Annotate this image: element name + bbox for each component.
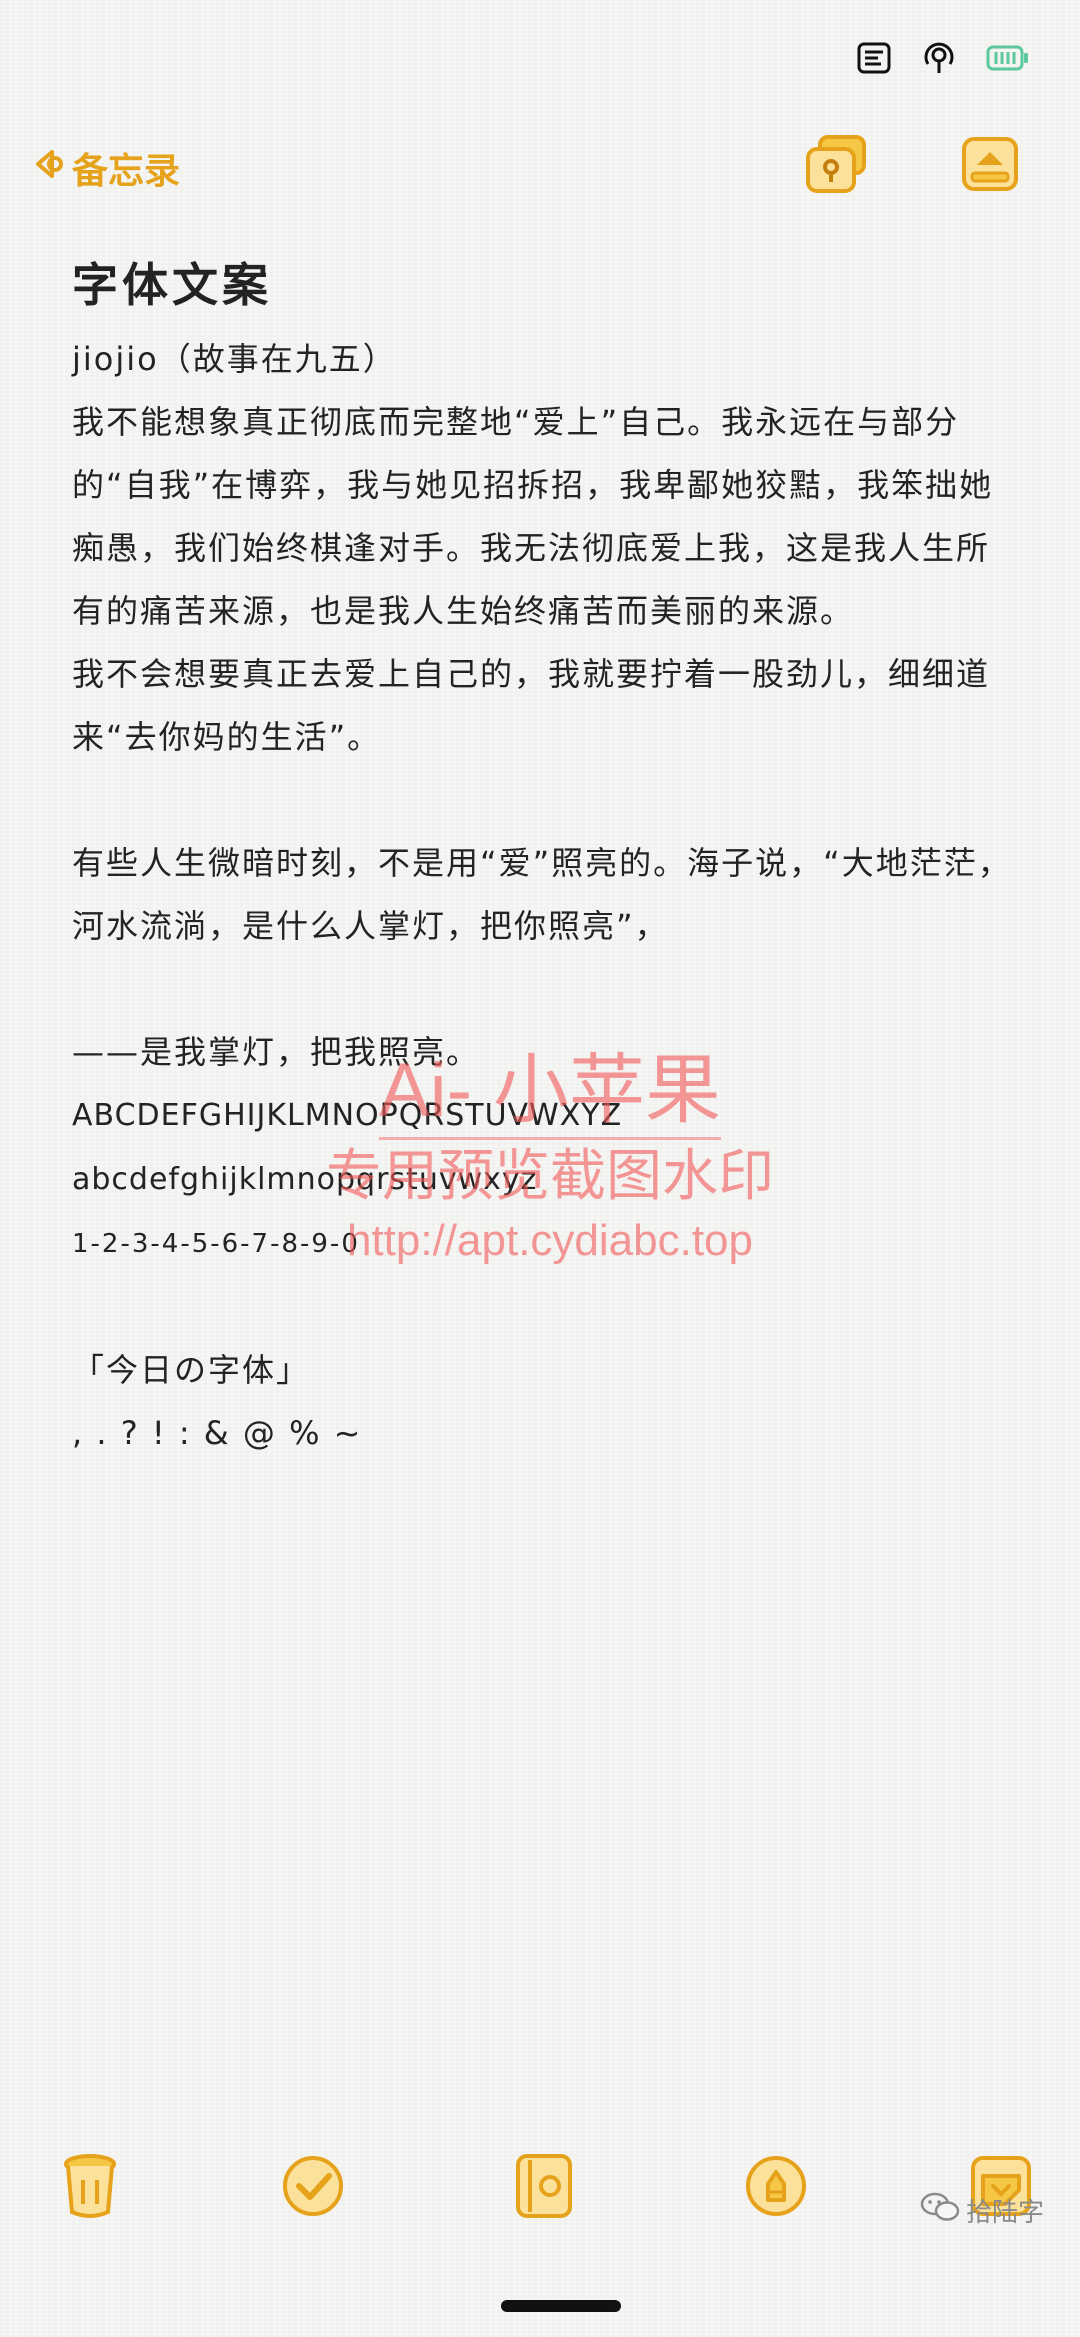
sample-uppercase: ABCDEFGHIJKLMNOPQRSTUVWXYZ bbox=[72, 1098, 623, 1133]
note-paragraph: 我不会想要真正去爱上自己的，我就要拧着一股劲儿，细细道来“去你妈的生活”。 bbox=[72, 655, 991, 756]
lock-icon[interactable] bbox=[800, 135, 872, 197]
note-blank-line bbox=[72, 769, 1012, 832]
credit-label: 拾陆字 bbox=[965, 2198, 1044, 2228]
home-indicator[interactable] bbox=[501, 2300, 621, 2312]
note-blank-line bbox=[72, 1276, 1012, 1339]
sample-lowercase: abcdefghijklmnopqrstuvwxyz bbox=[72, 1162, 538, 1197]
checklist-icon[interactable] bbox=[277, 2150, 349, 2222]
trash-icon[interactable] bbox=[54, 2150, 126, 2222]
wechat-credit: 拾陆字 bbox=[920, 2192, 1044, 2229]
status-bar bbox=[856, 30, 1030, 86]
note-subtitle: jiojio（故事在九五） bbox=[72, 340, 397, 378]
bottom-toolbar bbox=[0, 2150, 1080, 2230]
note-title: 字体文案 bbox=[72, 258, 272, 312]
top-nav: 备忘录 bbox=[0, 135, 1080, 205]
note-blank-line bbox=[72, 958, 1012, 1021]
hotspot-icon bbox=[918, 40, 960, 76]
note-body[interactable]: 字体文案 jiojio（故事在九五） 我不能想象真正彻底而完整地“爱上”自己。我… bbox=[72, 250, 1012, 1465]
back-chevron-icon bbox=[30, 147, 64, 190]
wechat-icon bbox=[920, 2192, 960, 2229]
notes-status-icon bbox=[856, 40, 892, 76]
note-quote: ——是我掌灯，把我照亮。 bbox=[72, 1033, 481, 1071]
sample-digits: 1-2-3-4-5-6-7-8-9-0 bbox=[72, 1229, 360, 1259]
back-button[interactable]: 备忘录 bbox=[30, 143, 180, 193]
back-label: 备忘录 bbox=[72, 151, 181, 192]
camera-icon[interactable] bbox=[508, 2150, 580, 2222]
battery-icon bbox=[986, 42, 1030, 74]
font-tag: 「今日の字体」 bbox=[72, 1351, 311, 1389]
pen-icon[interactable] bbox=[740, 2150, 812, 2222]
note-paragraph: 我不能想象真正彻底而完整地“爱上”自己。我永远在与部分的“自我”在博弈，我与她见… bbox=[72, 403, 994, 630]
share-icon[interactable] bbox=[960, 135, 1032, 197]
sample-punctuation: , . ? ! : & @ % ~ bbox=[72, 1414, 363, 1452]
note-paragraph: 有些人生微暗时刻，不是用“爱”照亮的。海子说，“大地茫茫，河水流淌，是什么人掌灯… bbox=[72, 844, 1012, 945]
